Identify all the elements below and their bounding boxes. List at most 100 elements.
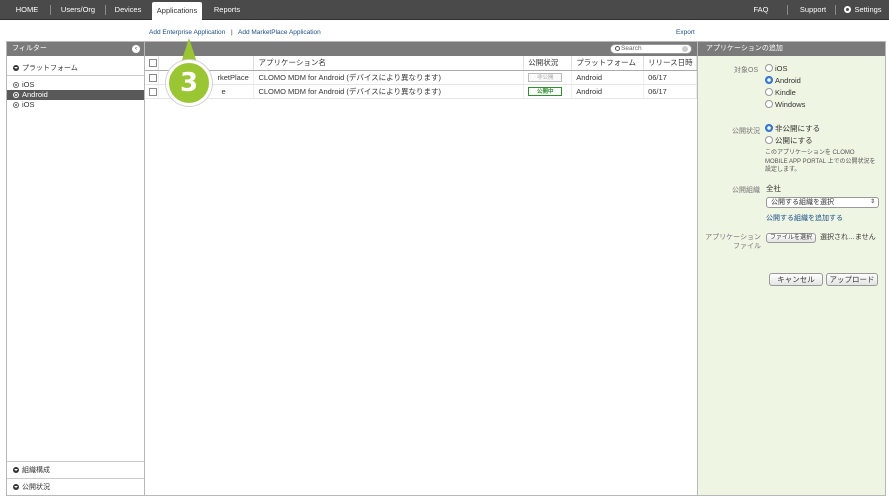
filter-item-label: iOS	[22, 80, 35, 89]
platform-filter-toggle[interactable]: プラットフォーム	[13, 63, 78, 73]
cell-name[interactable]: CLOMO MDM for Android (デバイスにより異なります)	[253, 70, 525, 85]
column-header-release-date[interactable]: リリース日時	[643, 56, 697, 71]
chevron-down-icon	[13, 467, 19, 473]
radio-icon	[13, 92, 19, 98]
status-option-label: 非公開にする	[775, 124, 821, 133]
status-badge: 非公開	[528, 73, 563, 82]
updown-arrow-icon: ⇕	[869, 199, 875, 205]
top-nav: HOME Users/Org Devices Applications Repo…	[0, 0, 889, 21]
os-option-label: iOS	[775, 64, 788, 73]
filter-publish-status[interactable]: 公開状況	[7, 478, 144, 495]
nav-settings[interactable]: Settings	[842, 0, 884, 20]
search-placeholder: Search	[621, 45, 642, 52]
filter-item-ios-2[interactable]: iOS	[7, 100, 144, 110]
choose-file-button[interactable]: ファイルを選択	[766, 233, 816, 243]
row-checkbox[interactable]	[149, 87, 157, 96]
publish-status-note: このアプリケーションを CLOMO MOBILE APP PORTAL 上での公…	[765, 150, 876, 173]
column-header-platform[interactable]: プラットフォーム	[571, 56, 645, 71]
search-input[interactable]: Search	[610, 44, 692, 54]
filter-item-label: Android	[22, 90, 48, 99]
filter-panel: フィルター ‹ プラットフォーム iOS Android iOS 組織構成 公開…	[6, 41, 145, 496]
list-header: Search	[145, 42, 697, 56]
os-option-ios[interactable]: iOS	[765, 64, 788, 74]
radio-icon	[765, 100, 773, 108]
upload-button[interactable]: アップロード	[826, 273, 878, 286]
cell-date: 06/17	[643, 84, 697, 99]
radio-icon	[765, 64, 773, 72]
os-option-label: Android	[775, 76, 801, 85]
filter-item-label: iOS	[22, 100, 35, 109]
clear-icon[interactable]	[682, 46, 688, 52]
row-select-cell	[145, 84, 160, 99]
publish-org-value: 全社	[766, 184, 781, 193]
link-separator: |	[231, 29, 233, 36]
add-application-title: アプリケーションの追加	[698, 42, 885, 56]
filter-org-label: 組織構成	[22, 467, 50, 474]
filter-item-android[interactable]: Android	[7, 90, 144, 100]
add-application-panel: アプリケーションの追加 対象OS iOS Android Kindle Wind…	[698, 41, 886, 496]
table-row[interactable]: rketPlace CLOMO MDM for Android (デバイスにより…	[145, 70, 697, 85]
select-all-cell	[145, 56, 160, 71]
cancel-button[interactable]: キャンセル	[769, 273, 823, 286]
org-select-value: 公開する組織を選択	[771, 199, 834, 206]
cell-platform: Android	[571, 84, 645, 99]
os-option-kindle[interactable]: Kindle	[765, 88, 796, 98]
app-table: アプリケーション名 公開状況 プラットフォーム リリース日時 rketPlace…	[145, 56, 697, 99]
cell-name[interactable]: CLOMO MDM for Android (デバイスにより異なります)	[253, 84, 525, 99]
radio-icon	[13, 82, 19, 88]
export-link[interactable]: Export	[676, 29, 695, 36]
nav-divider	[835, 5, 836, 15]
radio-selected-icon	[765, 124, 773, 132]
file-status: 選択され…ません	[820, 234, 876, 241]
cell-date: 06/17	[643, 70, 697, 85]
add-org-link[interactable]: 公開する組織を追加する	[766, 213, 843, 223]
radio-icon	[13, 102, 19, 108]
filter-status-label: 公開状況	[22, 484, 50, 491]
add-enterprise-application-link[interactable]: Add Enterprise Application	[149, 29, 225, 36]
filter-org-structure[interactable]: 組織構成	[7, 461, 144, 478]
divider	[7, 75, 144, 76]
table-header-row: アプリケーション名 公開状況 プラットフォーム リリース日時	[145, 56, 697, 71]
table-row[interactable]: e CLOMO MDM for Android (デバイスにより異なります) 公…	[145, 84, 697, 99]
nav-support[interactable]: Support	[796, 0, 830, 20]
step-marker: 3	[166, 60, 212, 106]
filter-header: フィルター ‹	[7, 42, 144, 56]
os-option-android[interactable]: Android	[765, 76, 801, 86]
radio-selected-icon	[765, 76, 773, 84]
os-option-label: Kindle	[775, 88, 796, 97]
status-option-public[interactable]: 公開にする	[765, 136, 813, 146]
cell-platform: Android	[571, 70, 645, 85]
add-marketplace-application-link[interactable]: Add MarketPlace Application	[238, 29, 321, 36]
nav-faq[interactable]: FAQ	[748, 0, 774, 20]
nav-divider	[50, 5, 51, 15]
cell-status: 非公開	[523, 70, 573, 85]
cell-status: 公開中	[523, 84, 573, 99]
filter-title: フィルター	[12, 45, 47, 52]
nav-devices[interactable]: Devices	[110, 0, 146, 20]
nav-home[interactable]: HOME	[10, 0, 44, 20]
select-all-checkbox[interactable]	[149, 59, 157, 68]
row-checkbox[interactable]	[149, 73, 157, 82]
org-select[interactable]: 公開する組織を選択 ⇕	[766, 197, 879, 208]
publish-org-label: 公開組織	[732, 187, 760, 194]
radio-icon	[765, 136, 773, 144]
app-file-label-line2: ファイル	[733, 243, 761, 250]
column-header-name[interactable]: アプリケーション名	[253, 56, 525, 71]
os-option-windows[interactable]: Windows	[765, 100, 805, 110]
nav-divider	[787, 5, 788, 15]
status-option-private[interactable]: 非公開にする	[765, 124, 820, 134]
nav-divider	[105, 5, 106, 15]
gear-icon	[844, 6, 852, 13]
search-icon	[615, 46, 620, 51]
nav-applications[interactable]: Applications	[152, 2, 202, 21]
nav-settings-label: Settings	[854, 5, 882, 14]
publish-status-label: 公開状況	[732, 128, 760, 135]
chevron-down-icon	[13, 484, 19, 490]
nav-users-org[interactable]: Users/Org	[56, 0, 100, 20]
filter-item-ios[interactable]: iOS	[7, 80, 144, 90]
nav-reports[interactable]: Reports	[210, 0, 244, 20]
column-header-status[interactable]: 公開状況	[523, 56, 573, 71]
collapse-icon[interactable]: ‹	[132, 45, 140, 53]
chevron-down-icon	[13, 65, 19, 71]
status-option-label: 公開にする	[775, 136, 813, 145]
